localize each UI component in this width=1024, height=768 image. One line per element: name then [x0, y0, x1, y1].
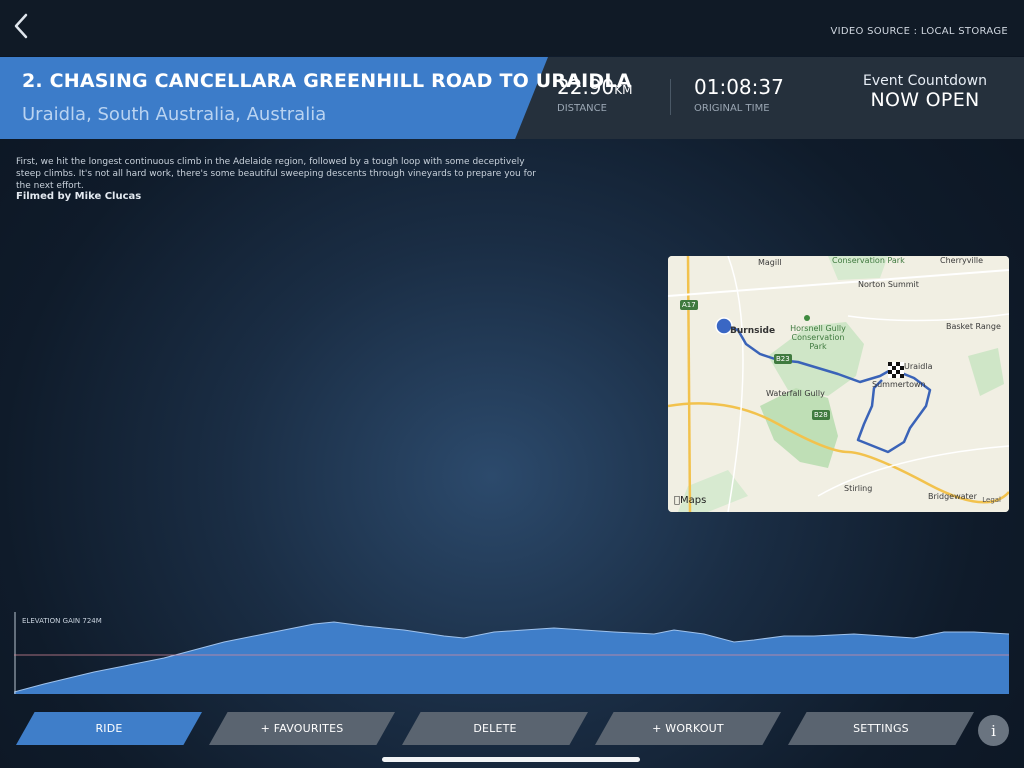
distance-value: 22.90 [557, 75, 615, 99]
route-map[interactable]: Magill Conservation Park Norton Summit C… [668, 256, 1009, 512]
apple-maps-logo: Maps [674, 495, 706, 506]
map-label-waterfall-gully: Waterfall Gully [766, 389, 825, 398]
info-button[interactable]: i [978, 715, 1009, 746]
chevron-left-icon [14, 13, 28, 39]
countdown-status: NOW OPEN [870, 89, 980, 111]
stat-divider [670, 79, 671, 115]
elevation-gain-label: ELEVATION GAIN 724M [22, 617, 102, 625]
delete-button[interactable]: DELETE [402, 712, 588, 745]
map-canvas [668, 256, 1009, 512]
elevation-profile [14, 612, 1009, 694]
distance-unit: KM [614, 83, 633, 97]
filmed-by: Filmed by Mike Clucas [16, 191, 142, 202]
time-value: 01:08:37 [694, 75, 784, 99]
map-label-norton-summit: Norton Summit [858, 280, 919, 289]
map-label-stirling: Stirling [844, 484, 873, 493]
map-label-basket-range: Basket Range [946, 322, 1001, 331]
map-label-b28: B28 [814, 411, 828, 419]
bottom-button-bar: RIDE + FAVOURITES DELETE + WORKOUT SETTI… [0, 712, 1024, 748]
video-source-label: VIDEO SOURCE : LOCAL STORAGE [830, 26, 1008, 37]
map-label-burnside: Burnside [730, 326, 776, 336]
map-label-horsnell: Horsnell Gully Conservation Park [790, 324, 846, 351]
time-label: ORIGINAL TIME [694, 103, 770, 114]
time-stat: 01:08:37 ORIGINAL TIME [694, 75, 784, 114]
ride-button[interactable]: RIDE [16, 712, 202, 745]
top-bar: VIDEO SOURCE : LOCAL STORAGE [0, 0, 1024, 56]
map-label-uraidla: Uraidla [904, 362, 933, 371]
event-countdown[interactable]: Event Countdown NOW OPEN [850, 73, 1000, 111]
countdown-label: Event Countdown [863, 73, 987, 89]
map-label-conservation-park: Conservation Park [832, 256, 905, 265]
map-label-magill: Magill [758, 258, 782, 267]
ride-location: Uraidla, South Australia, Australia [22, 104, 327, 125]
ride-title: 2. CHASING CANCELLARA GREENHILL ROAD TO … [22, 70, 632, 92]
distance-label: DISTANCE [557, 103, 607, 114]
favourites-button[interactable]: + FAVOURITES [209, 712, 395, 745]
ride-description: First, we hit the longest continuous cli… [16, 157, 536, 191]
back-button[interactable] [8, 8, 34, 44]
settings-button[interactable]: SETTINGS [788, 712, 974, 745]
map-label-b23: B23 [776, 355, 790, 363]
map-label-bridgewater: Bridgewater [928, 492, 977, 501]
workout-button[interactable]: + WORKOUT [595, 712, 781, 745]
apple-maps-brand: Maps [674, 495, 706, 506]
map-label-summertown: Summertown [872, 380, 926, 389]
info-icon: i [991, 721, 996, 740]
ride-header: 2. CHASING CANCELLARA GREENHILL ROAD TO … [0, 57, 1024, 139]
map-label-a17: A17 [682, 301, 696, 309]
map-legal-link[interactable]: Legal [982, 496, 1001, 504]
distance-stat: 22.90KM DISTANCE [557, 75, 633, 114]
home-indicator[interactable] [382, 757, 640, 762]
map-label-cherryville: Cherryville [940, 256, 984, 265]
